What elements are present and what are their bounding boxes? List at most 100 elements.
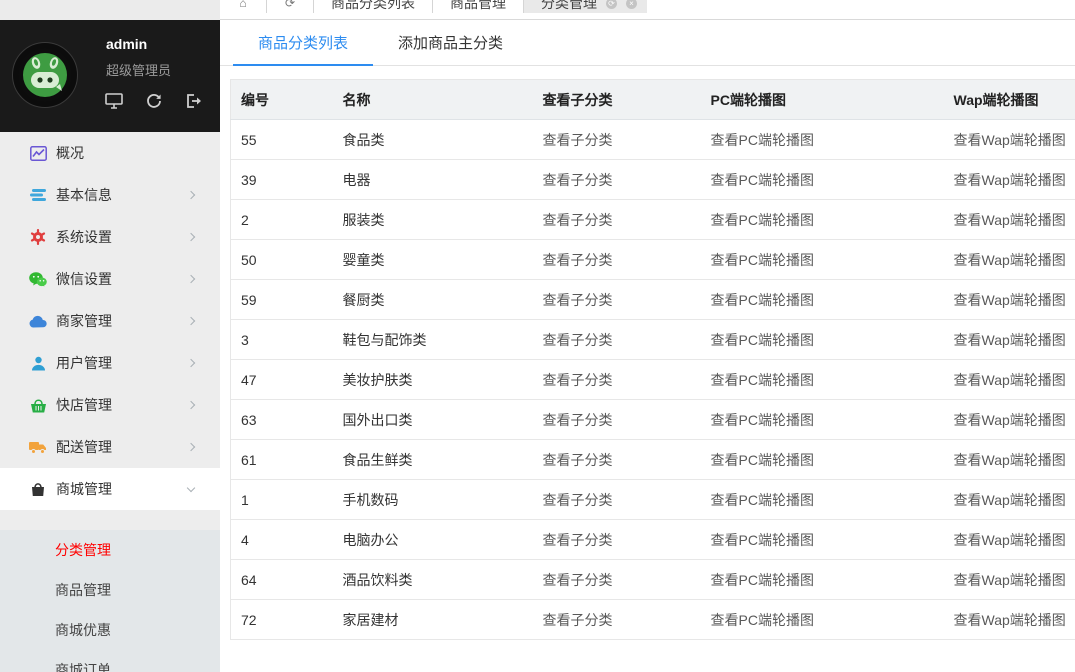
col-header-name: 名称: [333, 80, 533, 120]
table-row: 4 电脑办公 查看子分类 查看PC端轮播图 查看Wap端轮播图: [231, 520, 1075, 560]
submenu-item-mall-discount[interactable]: 商城优惠: [0, 610, 220, 650]
view-pc-carousel-link[interactable]: 查看PC端轮播图: [711, 292, 814, 308]
view-subcategory-link[interactable]: 查看子分类: [543, 372, 613, 388]
cell-id: 3: [231, 320, 333, 360]
view-pc-carousel-link[interactable]: 查看PC端轮播图: [711, 412, 814, 428]
logout-icon[interactable]: [184, 92, 204, 110]
view-wap-carousel-link[interactable]: 查看Wap端轮播图: [954, 492, 1066, 508]
view-subcategory-link[interactable]: 查看子分类: [543, 172, 613, 188]
view-wap-carousel-link[interactable]: 查看Wap端轮播图: [954, 412, 1066, 428]
browser-tab-strip: ⌂ ⟳ 商品分类列表 商品管理 分类管理 ⟳ ×: [0, 0, 1075, 20]
view-pc-carousel-link[interactable]: 查看PC端轮播图: [711, 332, 814, 348]
sidebar: admin 超级管理员 概况: [0, 20, 220, 672]
table-header-row: 编号 名称 查看子分类 PC端轮播图 Wap端轮播图: [231, 80, 1075, 120]
sidebar-item-merchant-manage[interactable]: 商家管理: [0, 300, 220, 342]
table-row: 72 家居建材 查看子分类 查看PC端轮播图 查看Wap端轮播图: [231, 600, 1075, 640]
refresh-icon[interactable]: [144, 92, 164, 110]
user-actions: [104, 92, 204, 110]
cell-name: 酒品饮料类: [333, 560, 533, 600]
cell-name: 婴童类: [333, 240, 533, 280]
sidebar-item-delivery-manage[interactable]: 配送管理: [0, 426, 220, 468]
sidebar-item-quickshop-manage[interactable]: 快店管理: [0, 384, 220, 426]
sidebar-item-mall-manage[interactable]: 商城管理: [0, 468, 220, 510]
view-wap-carousel-link[interactable]: 查看Wap端轮播图: [954, 172, 1066, 188]
tab-category-list[interactable]: 商品分类列表: [233, 20, 373, 65]
sidebar-item-wechat-settings[interactable]: 微信设置: [0, 258, 220, 300]
tab-refresh-icon[interactable]: ⟳: [606, 0, 617, 9]
sidebar-item-label: 微信设置: [56, 269, 112, 289]
submenu-item-category-manage[interactable]: 分类管理: [0, 530, 220, 570]
sidebar-item-system-settings[interactable]: 系统设置: [0, 216, 220, 258]
view-wap-carousel-link[interactable]: 查看Wap端轮播图: [954, 612, 1066, 628]
view-wap-carousel-link[interactable]: 查看Wap端轮播图: [954, 212, 1066, 228]
view-pc-carousel-link[interactable]: 查看PC端轮播图: [711, 172, 814, 188]
submenu-item-mall-orders[interactable]: 商城订单: [0, 650, 220, 672]
view-pc-carousel-link[interactable]: 查看PC端轮播图: [711, 132, 814, 148]
view-subcategory-link[interactable]: 查看子分类: [543, 412, 613, 428]
chevron-right-icon: [187, 443, 195, 451]
view-pc-carousel-link[interactable]: 查看PC端轮播图: [711, 452, 814, 468]
sidebar-item-user-manage[interactable]: 用户管理: [0, 342, 220, 384]
main-content: 商品分类列表 添加商品主分类 编号 名称 查看子分类 PC端轮播图 Wap端轮播…: [220, 20, 1075, 672]
table-row: 50 婴童类 查看子分类 查看PC端轮播图 查看Wap端轮播图: [231, 240, 1075, 280]
view-pc-carousel-link[interactable]: 查看PC端轮播图: [711, 572, 814, 588]
truck-icon: [29, 439, 47, 455]
sidebar-item-label: 概况: [56, 143, 84, 163]
view-wap-carousel-link[interactable]: 查看Wap端轮播图: [954, 132, 1066, 148]
view-wap-carousel-link[interactable]: 查看Wap端轮播图: [954, 452, 1066, 468]
sidebar-item-label: 基本信息: [56, 185, 112, 205]
col-header-id: 编号: [231, 80, 333, 120]
wechat-icon: [29, 271, 47, 287]
gear-icon: [29, 229, 47, 245]
tab-goods-manage[interactable]: 商品管理: [433, 0, 524, 13]
tab-home[interactable]: ⌂: [220, 0, 267, 13]
view-subcategory-link[interactable]: 查看子分类: [543, 612, 613, 628]
submenu-item-goods-manage[interactable]: 商品管理: [0, 570, 220, 610]
chevron-right-icon: [187, 233, 195, 241]
cell-name: 鞋包与配饰类: [333, 320, 533, 360]
view-pc-carousel-link[interactable]: 查看PC端轮播图: [711, 372, 814, 388]
category-table: 编号 名称 查看子分类 PC端轮播图 Wap端轮播图 55 食品类 查看子分类 …: [230, 79, 1075, 640]
tab-close-icon[interactable]: ×: [626, 0, 637, 9]
tab-strip-tabs: ⌂ ⟳ 商品分类列表 商品管理 分类管理 ⟳ ×: [220, 0, 1075, 13]
cell-name: 电脑办公: [333, 520, 533, 560]
basket-icon: [29, 397, 47, 413]
view-pc-carousel-link[interactable]: 查看PC端轮播图: [711, 532, 814, 548]
view-subcategory-link[interactable]: 查看子分类: [543, 532, 613, 548]
view-subcategory-link[interactable]: 查看子分类: [543, 292, 613, 308]
tab-refresh[interactable]: ⟳: [267, 0, 314, 13]
view-pc-carousel-link[interactable]: 查看PC端轮播图: [711, 492, 814, 508]
content-tabs: 商品分类列表 添加商品主分类: [220, 20, 1075, 66]
view-wap-carousel-link[interactable]: 查看Wap端轮播图: [954, 332, 1066, 348]
view-subcategory-link[interactable]: 查看子分类: [543, 252, 613, 268]
view-pc-carousel-link[interactable]: 查看PC端轮播图: [711, 212, 814, 228]
table-row: 39 电器 查看子分类 查看PC端轮播图 查看Wap端轮播图: [231, 160, 1075, 200]
sidebar-item-label: 配送管理: [56, 437, 112, 457]
view-wap-carousel-link[interactable]: 查看Wap端轮播图: [954, 372, 1066, 388]
view-pc-carousel-link[interactable]: 查看PC端轮播图: [711, 252, 814, 268]
view-subcategory-link[interactable]: 查看子分类: [543, 332, 613, 348]
view-wap-carousel-link[interactable]: 查看Wap端轮播图: [954, 532, 1066, 548]
view-subcategory-link[interactable]: 查看子分类: [543, 132, 613, 148]
cell-name: 国外出口类: [333, 400, 533, 440]
tab-add-main-category[interactable]: 添加商品主分类: [373, 20, 528, 65]
list-icon: [29, 187, 47, 203]
view-wap-carousel-link[interactable]: 查看Wap端轮播图: [954, 252, 1066, 268]
view-subcategory-link[interactable]: 查看子分类: [543, 572, 613, 588]
view-subcategory-link[interactable]: 查看子分类: [543, 452, 613, 468]
tab-category-manage-active[interactable]: 分类管理 ⟳ ×: [524, 0, 647, 13]
tab-category-list[interactable]: 商品分类列表: [314, 0, 433, 13]
cell-name: 餐厨类: [333, 280, 533, 320]
view-pc-carousel-link[interactable]: 查看PC端轮播图: [711, 612, 814, 628]
admin-app: ⌂ ⟳ 商品分类列表 商品管理 分类管理 ⟳ ×: [0, 0, 1075, 672]
sidebar-item-overview[interactable]: 概况: [0, 132, 220, 174]
table-row: 59 餐厨类 查看子分类 查看PC端轮播图 查看Wap端轮播图: [231, 280, 1075, 320]
user-icon: [29, 355, 47, 371]
desktop-icon[interactable]: [104, 92, 124, 110]
sidebar-item-basic-info[interactable]: 基本信息: [0, 174, 220, 216]
view-subcategory-link[interactable]: 查看子分类: [543, 492, 613, 508]
view-subcategory-link[interactable]: 查看子分类: [543, 212, 613, 228]
view-wap-carousel-link[interactable]: 查看Wap端轮播图: [954, 572, 1066, 588]
table-row: 2 服装类 查看子分类 查看PC端轮播图 查看Wap端轮播图: [231, 200, 1075, 240]
view-wap-carousel-link[interactable]: 查看Wap端轮播图: [954, 292, 1066, 308]
